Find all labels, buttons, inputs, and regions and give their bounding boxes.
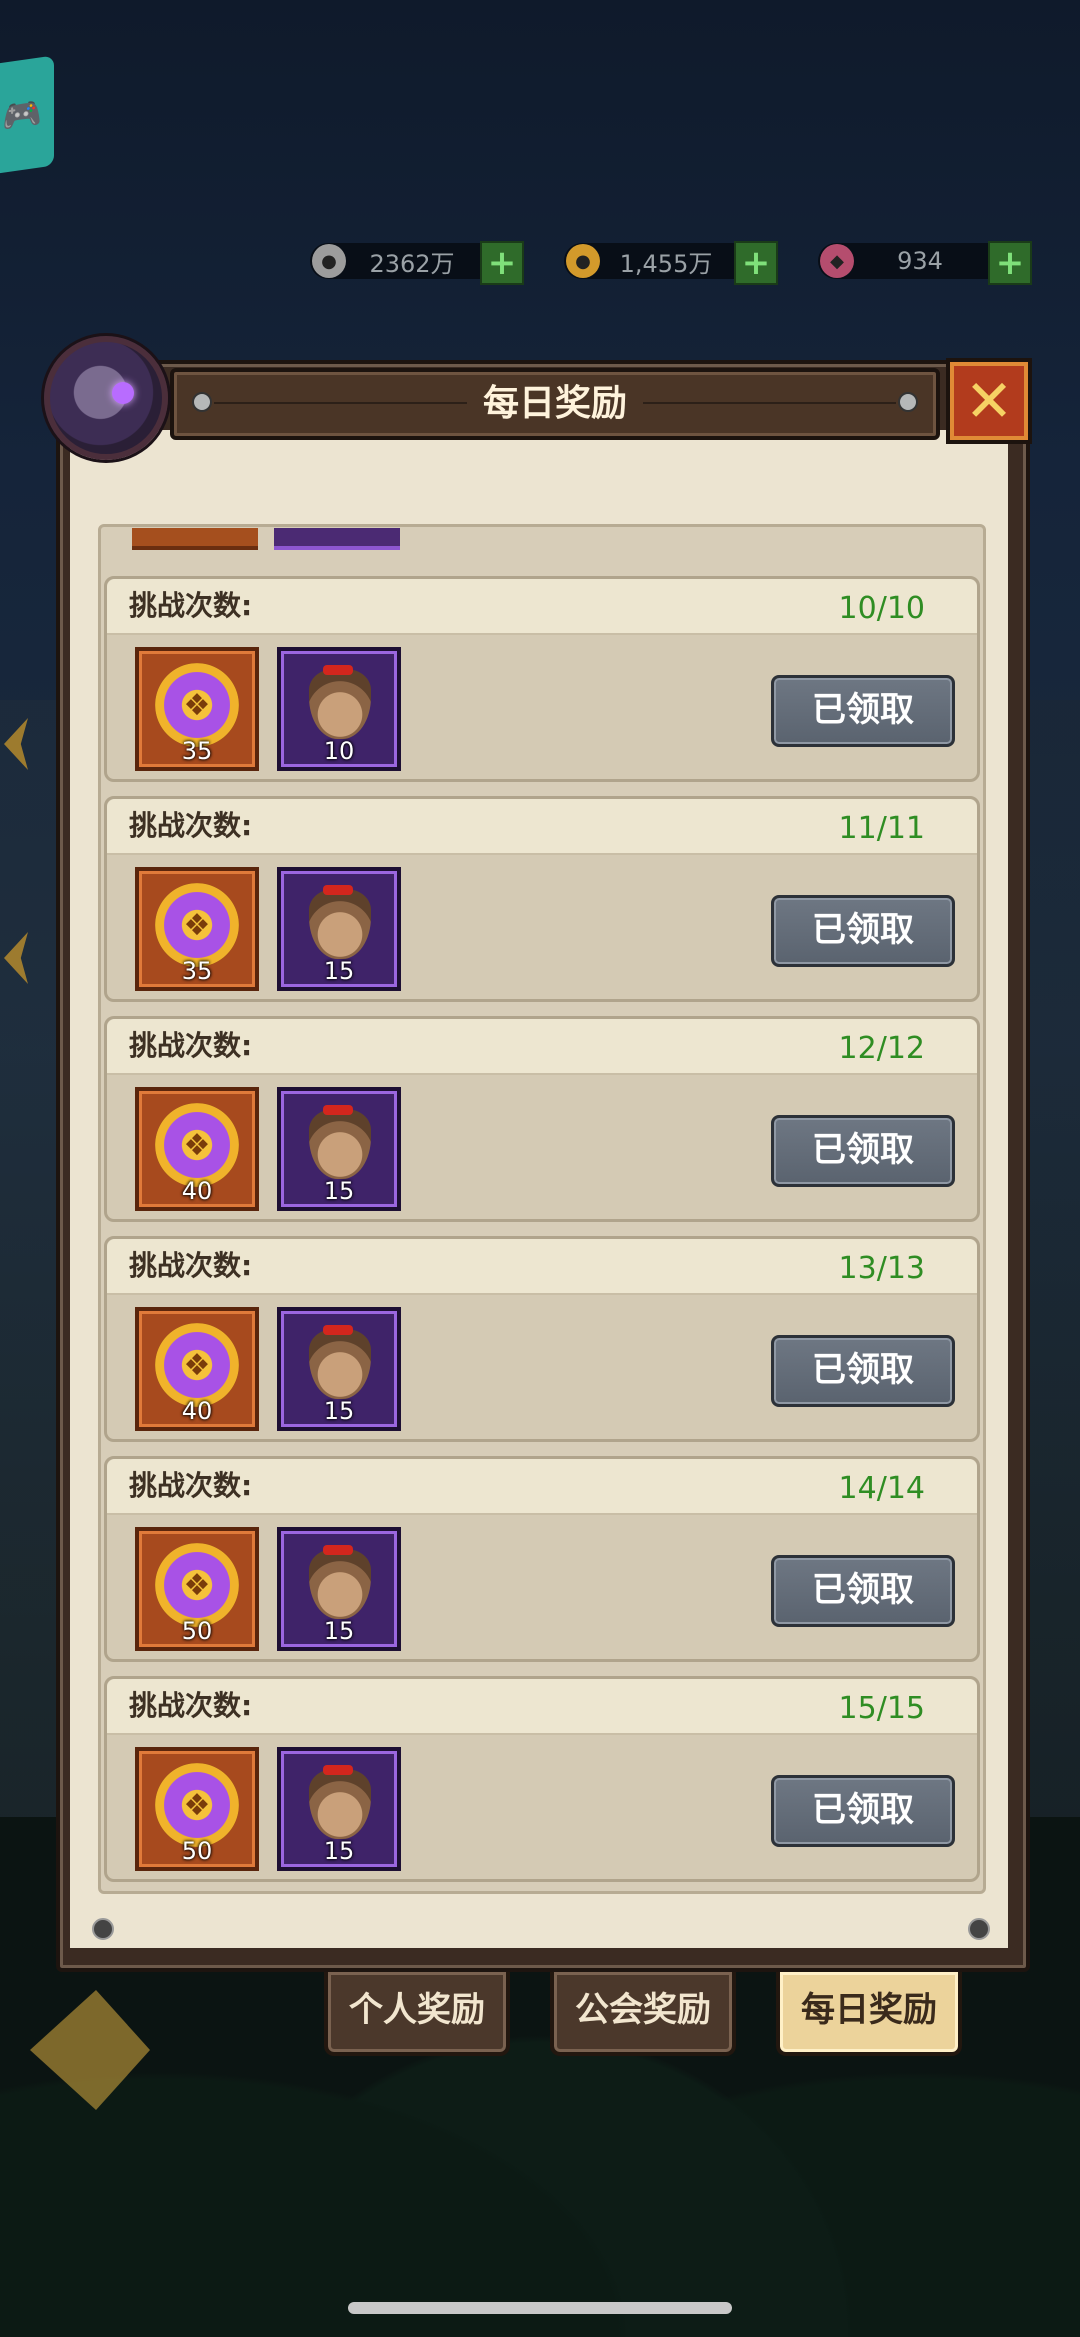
row-header: 挑战次数: 10/10 (107, 579, 977, 635)
sack-tie (323, 1105, 353, 1115)
challenge-count-label: 挑战次数: (129, 589, 253, 622)
challenge-count-label: 挑战次数: (129, 1249, 253, 1282)
item-count: 40 (181, 1397, 213, 1425)
sack-tie (323, 1325, 353, 1335)
challenge-count-label: 挑战次数: (129, 1469, 253, 1502)
challenge-progress: 10/10 (838, 591, 925, 626)
item-count: 15 (323, 1177, 355, 1205)
bag-item-partial (274, 528, 400, 550)
row-header: 挑战次数: 14/14 (107, 1459, 977, 1515)
gem-icon: ◆ (820, 244, 854, 278)
currency-gold: ● 1,455万 + (564, 241, 778, 285)
bag-reward-item[interactable]: 15 (277, 1087, 401, 1211)
item-count: 50 (181, 1617, 213, 1645)
rivet-icon (92, 1918, 114, 1940)
home-indicator[interactable] (348, 2302, 732, 2314)
bag-reward-item[interactable]: 15 (277, 1527, 401, 1651)
rivet-icon (968, 1918, 990, 1940)
challenge-count-label: 挑战次数: (129, 809, 253, 842)
sack-icon (309, 1329, 371, 1399)
challenge-progress: 11/11 (838, 811, 925, 846)
medal-reward-item[interactable]: ❖ 50 (135, 1527, 259, 1651)
sack-icon (309, 1109, 371, 1179)
sack-tie (323, 885, 353, 895)
item-count: 15 (323, 1397, 355, 1425)
reward-row: 挑战次数: 15/15 ❖ 50 15 已领取 (104, 1676, 980, 1882)
dialog-title-bar: 每日奖励 (170, 368, 940, 440)
avatar-eye-icon (112, 382, 134, 404)
bag-reward-item[interactable]: 15 (277, 1747, 401, 1871)
add-gem-button[interactable]: + (988, 241, 1032, 285)
challenge-count-label: 挑战次数: (129, 1029, 253, 1062)
sack-tie (323, 1765, 353, 1775)
medal-icon: ❖ (155, 1543, 239, 1627)
claimed-button[interactable]: 已领取 (771, 675, 955, 747)
challenge-progress: 12/12 (838, 1031, 925, 1066)
currency-bar: ● 2362万 + ● 1,455万 + ◆ 934 + (0, 241, 1080, 289)
reward-row: 挑战次数: 10/10 ❖ 35 10 已领取 (104, 576, 980, 782)
challenge-progress: 14/14 (838, 1471, 925, 1506)
medal-reward-item[interactable]: ❖ 50 (135, 1747, 259, 1871)
player-avatar[interactable] (44, 336, 168, 460)
currency-gem: ◆ 934 + (818, 241, 1032, 285)
bag-reward-item[interactable]: 15 (277, 1307, 401, 1431)
medal-icon: ❖ (155, 663, 239, 747)
item-count: 15 (323, 957, 355, 985)
bag-reward-item[interactable]: 15 (277, 867, 401, 991)
medal-icon: ❖ (155, 883, 239, 967)
medal-reward-item[interactable]: ❖ 40 (135, 1307, 259, 1431)
claimed-button[interactable]: 已领取 (771, 1335, 955, 1407)
reward-row: 挑战次数: 11/11 ❖ 35 15 已领取 (104, 796, 980, 1002)
item-count: 15 (323, 1617, 355, 1645)
item-count: 35 (181, 957, 213, 985)
add-silver-button[interactable]: + (480, 241, 524, 285)
row-header: 挑战次数: 13/13 (107, 1239, 977, 1295)
challenge-progress: 13/13 (838, 1251, 925, 1286)
sack-tie (323, 1545, 353, 1555)
reward-row: 挑战次数: 14/14 ❖ 50 15 已领取 (104, 1456, 980, 1662)
item-count: 10 (323, 737, 355, 765)
item-count: 15 (323, 1837, 355, 1865)
sack-tie (323, 665, 353, 675)
claimed-button[interactable]: 已领取 (771, 1775, 955, 1847)
partial-row-items (132, 528, 512, 550)
sack-icon (309, 1549, 371, 1619)
tab-personal-reward[interactable]: 个人奖励 (324, 1972, 510, 2056)
medal-reward-item[interactable]: ❖ 35 (135, 647, 259, 771)
claimed-button[interactable]: 已领取 (771, 895, 955, 967)
gamepad-icon[interactable]: 🎮 (0, 55, 54, 175)
claimed-button[interactable]: 已领取 (771, 1115, 955, 1187)
medal-icon: ❖ (155, 1763, 239, 1847)
challenge-progress: 15/15 (838, 1691, 925, 1726)
reward-row: 挑战次数: 13/13 ❖ 40 15 已领取 (104, 1236, 980, 1442)
claimed-button[interactable]: 已领取 (771, 1555, 955, 1627)
item-count: 40 (181, 1177, 213, 1205)
bag-reward-item[interactable]: 10 (277, 647, 401, 771)
medal-icon: ❖ (155, 1323, 239, 1407)
medal-reward-item[interactable]: ❖ 35 (135, 867, 259, 991)
add-gold-button[interactable]: + (734, 241, 778, 285)
row-header: 挑战次数: 12/12 (107, 1019, 977, 1075)
tab-guild-reward[interactable]: 公会奖励 (550, 1972, 736, 2056)
sack-icon (309, 1769, 371, 1839)
medal-item-partial (132, 528, 258, 550)
medal-reward-item[interactable]: ❖ 40 (135, 1087, 259, 1211)
reward-row: 挑战次数: 12/12 ❖ 40 15 已领取 (104, 1016, 980, 1222)
row-header: 挑战次数: 11/11 (107, 799, 977, 855)
challenge-count-label: 挑战次数: (129, 1689, 253, 1722)
dialog-title: 每日奖励 (174, 372, 936, 436)
sack-icon (309, 889, 371, 959)
currency-silver: ● 2362万 + (310, 241, 524, 285)
item-count: 35 (181, 737, 213, 765)
close-button[interactable]: ✕ (946, 358, 1032, 444)
medal-icon: ❖ (155, 1103, 239, 1187)
gold-coin-icon: ● (566, 244, 600, 278)
sack-icon (309, 669, 371, 739)
close-icon: ✕ (964, 367, 1014, 435)
silver-coin-icon: ● (312, 244, 346, 278)
item-count: 50 (181, 1837, 213, 1865)
row-header: 挑战次数: 15/15 (107, 1679, 977, 1735)
tab-daily-reward[interactable]: 每日奖励 (776, 1972, 962, 2056)
